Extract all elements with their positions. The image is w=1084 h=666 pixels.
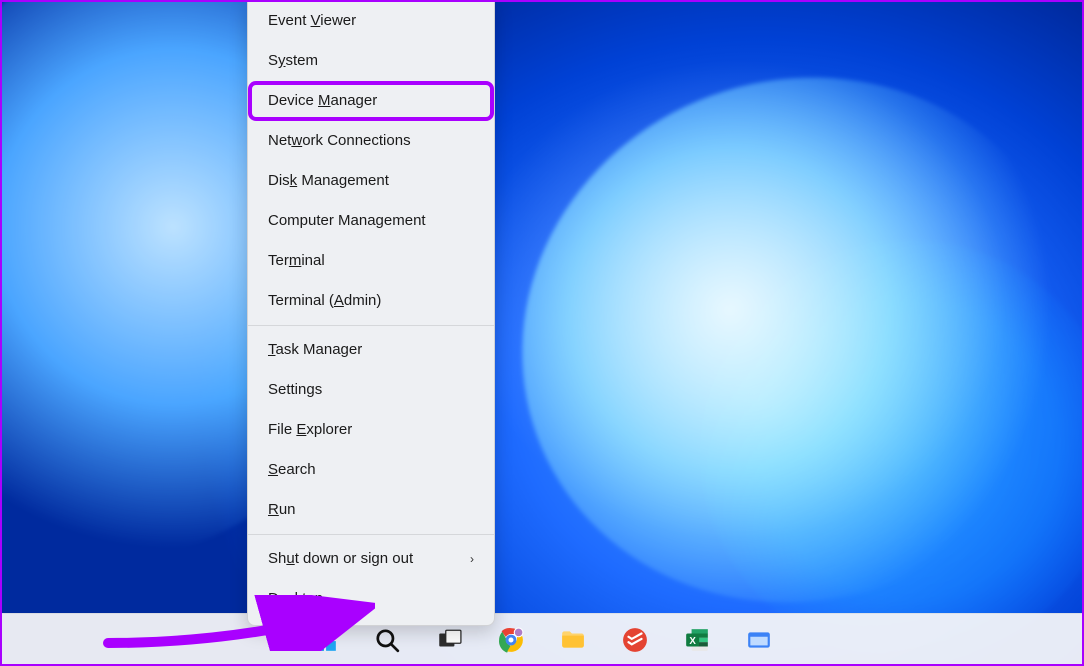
excel-icon: X xyxy=(684,627,710,653)
menu-item-computer-management[interactable]: Computer Management xyxy=(248,201,494,241)
chrome-icon xyxy=(498,627,524,653)
search-icon xyxy=(374,627,400,653)
menu-item-event-viewer[interactable]: Event Viewer xyxy=(248,1,494,41)
svg-text:X: X xyxy=(689,636,696,647)
todoist-app[interactable] xyxy=(613,618,657,662)
menu-item-task-manager[interactable]: Task Manager xyxy=(248,330,494,370)
window-switch-app[interactable] xyxy=(737,618,781,662)
file-explorer-app[interactable] xyxy=(551,618,595,662)
chevron-right-icon: › xyxy=(470,549,474,569)
menu-item-shut-down-or-sign-out[interactable]: Shut down or sign out› xyxy=(248,539,494,579)
menu-separator xyxy=(248,534,494,535)
menu-item-device-manager[interactable]: Device Manager xyxy=(248,81,494,121)
menu-item-run[interactable]: Run xyxy=(248,490,494,530)
winx-context-menu[interactable]: Event ViewerSystemDevice ManagerNetwork … xyxy=(247,0,495,626)
menu-item-disk-management[interactable]: Disk Management xyxy=(248,161,494,201)
menu-separator xyxy=(248,325,494,326)
menu-item-terminal-admin[interactable]: Terminal (Admin) xyxy=(248,281,494,321)
taskbar: X xyxy=(0,613,1084,666)
taskview-icon xyxy=(436,627,462,653)
menu-item-system[interactable]: System xyxy=(248,41,494,81)
desktop-wallpaper xyxy=(0,0,1084,666)
menu-item-terminal[interactable]: Terminal xyxy=(248,241,494,281)
menu-item-search[interactable]: Search xyxy=(248,450,494,490)
excel-app[interactable]: X xyxy=(675,618,719,662)
folder-icon xyxy=(560,627,586,653)
menu-item-settings[interactable]: Settings xyxy=(248,370,494,410)
menu-item-desktop[interactable]: Desktop xyxy=(248,579,494,619)
window-icon xyxy=(746,627,772,653)
start-icon xyxy=(312,627,338,653)
todoist-icon xyxy=(622,627,648,653)
menu-item-network-connections[interactable]: Network Connections xyxy=(248,121,494,161)
chrome-app[interactable] xyxy=(489,618,533,662)
menu-item-file-explorer[interactable]: File Explorer xyxy=(248,410,494,450)
